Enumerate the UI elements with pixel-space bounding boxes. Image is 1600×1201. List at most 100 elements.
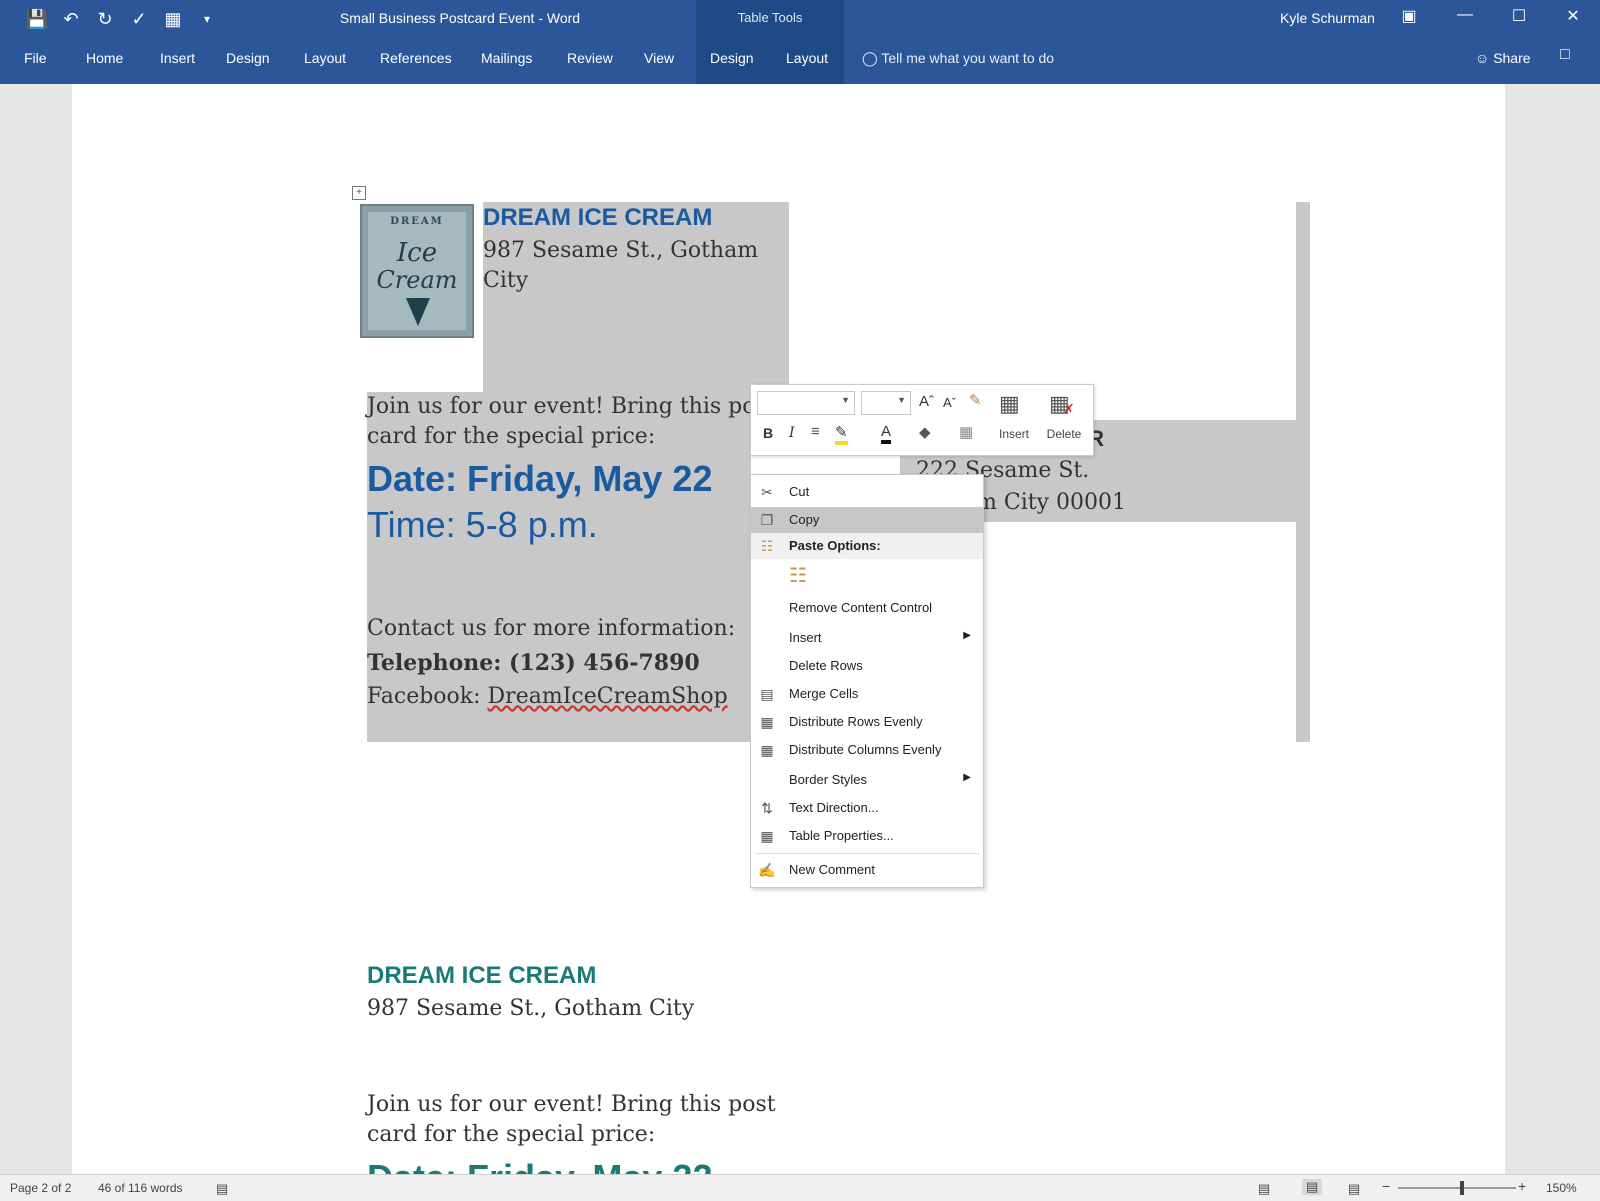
word-count[interactable]: 46 of 116 words [98,1181,183,1195]
menu-item-merge-cells[interactable]: ▤ Merge Cells [751,681,983,707]
table-tools-label: Table Tools [737,10,803,25]
copy-icon: ❐ [760,512,774,528]
status-bar: Page 2 of 2 46 of 116 words ▤ ▤ ▤ ▤ − + … [0,1174,1600,1201]
text-direction-icon: ⇅ [761,800,773,816]
comments-icon[interactable]: □ [1560,46,1570,64]
spelling-icon[interactable]: ✓ [122,6,156,32]
ice-cream-logo[interactable]: DREAM Ice Cream [360,204,474,338]
card2-invite-line2[interactable]: card for the special price: [367,1122,655,1147]
card2-date[interactable]: Date: Friday, May 22 [367,1156,767,1174]
user-name[interactable]: Kyle Schurman [1280,10,1375,26]
menu-item-text-direction[interactable]: ⇅ Text Direction... [751,795,983,821]
menu-item-new-comment[interactable]: ✍ New Comment [751,857,983,883]
card1-time[interactable]: Time: 5-8 p.m. [367,504,598,546]
card1-telephone[interactable]: Telephone: (123) 456-7890 [367,650,700,676]
comment-icon: ✍ [758,862,776,878]
tab-design[interactable]: Design [226,46,270,70]
menu-item-table-properties[interactable]: ▦ Table Properties... [751,823,983,849]
zoom-slider[interactable] [1398,1181,1516,1195]
card1-invite-line2[interactable]: card for the special price: [367,424,655,449]
tab-table-design[interactable]: Design [710,46,754,70]
card1-date[interactable]: Date: Friday, May 22 [367,458,712,500]
tab-home[interactable]: Home [86,46,123,70]
chevron-down-icon: ▼ [897,395,906,405]
card1-contact[interactable]: Contact us for more information: [367,616,735,641]
card1-business-name[interactable]: DREAM ICE CREAM [483,204,712,232]
tab-insert[interactable]: Insert [160,46,195,70]
menu-label: Distribute Rows Evenly [789,714,923,729]
web-layout-icon[interactable]: ▤ [1348,1181,1360,1197]
scissors-icon: ✂ [761,484,773,500]
table-move-handle-icon[interactable]: + [352,186,366,200]
format-painter-icon[interactable]: ✎ [969,391,982,409]
ribbon-display-icon[interactable]: ▣ [1394,6,1424,26]
page-indicator[interactable]: Page 2 of 2 [10,1181,71,1195]
zoom-slider-thumb[interactable] [1460,1181,1464,1195]
align-center-icon[interactable]: ≡ [811,423,820,440]
menu-item-cut[interactable]: ✂ Cut [751,479,983,505]
zoom-level[interactable]: 150% [1546,1181,1577,1195]
italic-button[interactable]: I [789,425,795,441]
card2-date-clip: Date: Friday, May 22 [367,1156,767,1174]
person-icon: ☺ [1475,50,1490,66]
menu-item-distribute-rows[interactable]: ▦ Distribute Rows Evenly [751,709,983,735]
table-properties-icon: ▦ [760,828,774,844]
share-button[interactable]: ☺ Share [1475,46,1531,70]
menu-label: Table Properties... [789,828,894,843]
menu-item-delete-rows[interactable]: Delete Rows [751,653,983,679]
menu-item-remove-content-control[interactable]: Remove Content Control [751,595,983,621]
shading-icon[interactable]: ◆ [919,423,931,441]
bold-button[interactable]: B [763,425,773,441]
card1-facebook[interactable]: Facebook: DreamIceCreamShop [367,684,728,709]
zoom-out-icon[interactable]: − [1382,1178,1390,1194]
highlight-icon[interactable]: ✎ [835,423,848,445]
card1-address-line1[interactable]: 987 Sesame St., Gotham [483,238,758,263]
print-layout-icon[interactable]: ▤ [1302,1179,1323,1195]
document-title: Small Business Postcard Event - Word [339,10,581,26]
borders-icon[interactable]: ▦ [959,423,973,441]
menu-item-copy[interactable]: ❐ Copy [751,507,983,533]
recipient-address2[interactable]: m City 00001 [976,490,1126,515]
maximize-icon[interactable]: ☐ [1504,6,1534,26]
card1-invite-line1[interactable]: Join us for our event! Bring this pos [367,394,767,419]
card2-business-name[interactable]: DREAM ICE CREAM [367,962,596,990]
font-color-icon[interactable]: A [881,423,892,444]
tab-layout[interactable]: Layout [304,46,346,70]
card2-address[interactable]: 987 Sesame St., Gotham City [367,996,694,1021]
paste-keep-formatting-icon[interactable]: ☷ [789,563,815,591]
tab-mailings[interactable]: Mailings [481,46,532,70]
font-name-dropdown[interactable]: ▼ [757,391,855,415]
card1-address-line2[interactable]: City [483,268,528,293]
tab-view[interactable]: View [644,46,674,70]
zoom-in-icon[interactable]: + [1518,1178,1526,1194]
tab-references[interactable]: References [380,46,452,70]
menu-item-distribute-columns[interactable]: ▦ Distribute Columns Evenly [751,737,983,763]
grow-font-icon[interactable]: Aˆ [919,393,934,410]
undo-icon[interactable]: ↶ [54,6,88,32]
merge-cells-icon: ▤ [760,686,774,702]
tab-table-layout[interactable]: Layout [786,46,828,70]
close-icon[interactable]: ✕ [1558,6,1588,26]
card2-invite-line1[interactable]: Join us for our event! Bring this post [367,1092,776,1117]
menu-item-insert[interactable]: Insert ▶ [751,625,983,651]
logo-word2: Cream [376,266,458,294]
read-mode-icon[interactable]: ▤ [1258,1181,1270,1197]
menu-label: New Comment [789,862,875,877]
redo-icon[interactable]: ↻ [88,6,122,32]
minimize-icon[interactable]: — [1450,6,1480,24]
abc-icon[interactable]: ▦ [156,6,190,32]
table-delete-button[interactable]: ▦ ✗ Delete [1039,389,1089,451]
shrink-font-icon[interactable]: Aˇ [943,395,956,410]
customize-qat-icon[interactable]: ▾ [190,6,224,32]
paste-icon: ☷ [760,538,774,554]
tab-file[interactable]: File [24,46,47,70]
proofing-icon[interactable]: ▤ [216,1181,228,1197]
facebook-label: Facebook: [367,684,488,709]
tab-review[interactable]: Review [567,46,613,70]
tell-me-box[interactable]: ◯ Tell me what you want to do [862,46,1054,70]
table-insert-button[interactable]: ▦ Insert [991,389,1037,451]
menu-item-border-styles[interactable]: Border Styles ▶ [751,767,983,793]
menu-label: Border Styles [789,772,868,787]
save-icon[interactable]: 💾 [20,6,54,32]
font-size-dropdown[interactable]: ▼ [861,391,911,415]
